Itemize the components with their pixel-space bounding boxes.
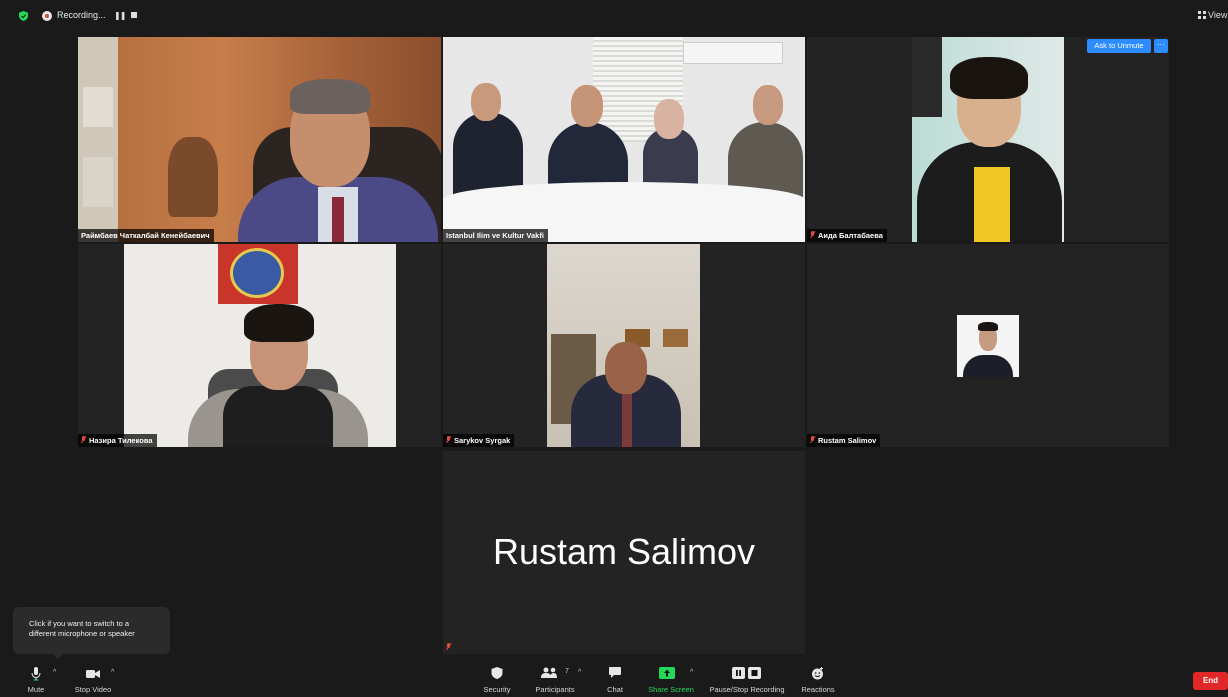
mute-button[interactable]: Mute	[20, 663, 52, 697]
person-1-head	[471, 83, 501, 121]
mic-muted-icon	[446, 436, 451, 444]
participant-name: Назира Тилекова	[89, 436, 153, 445]
mic-muted-icon	[81, 436, 86, 444]
video-tile-1[interactable]: Раймбаев Чаткалбай Кенейбаевич	[78, 37, 441, 242]
participant-name-tag: Rustam Salimov	[807, 434, 881, 447]
reactions-icon	[812, 667, 823, 680]
security-label: Security	[483, 685, 511, 694]
shelf	[78, 37, 118, 242]
participants-icon	[541, 667, 558, 678]
participant-name: Раймбаев Чаткалбай Кенейбаевич	[81, 231, 210, 240]
profile-hair	[978, 322, 998, 331]
share-options-caret-icon[interactable]: ^	[690, 669, 693, 676]
chat-icon	[609, 667, 621, 678]
share-screen-icon	[659, 667, 676, 679]
participant-name: Sarykov Syrgak	[454, 436, 511, 445]
mute-label: Mute	[27, 685, 45, 694]
stop-video-button[interactable]: Stop Video	[72, 663, 114, 697]
pause-stop-recording-button[interactable]: Pause/Stop Recording	[705, 663, 789, 697]
video-options-caret-icon[interactable]: ^	[111, 669, 114, 676]
recording-icon	[42, 11, 52, 21]
more-options-button[interactable]: ···	[1154, 39, 1168, 53]
recording-label: Recording...	[57, 10, 106, 20]
chat-label: Chat	[607, 685, 623, 694]
pause-stop-recording-label: Pause/Stop Recording	[709, 685, 785, 694]
shield-icon[interactable]	[19, 11, 28, 21]
view-label: View	[1208, 10, 1228, 20]
tie	[332, 197, 344, 242]
emblem	[230, 248, 284, 298]
face	[605, 342, 647, 394]
participant-name-tag	[443, 641, 458, 654]
participant-name: Rustam Salimov	[818, 436, 877, 445]
video-camera-icon	[86, 670, 100, 678]
tie	[622, 389, 632, 447]
yellow-top	[974, 167, 1010, 242]
reactions-button[interactable]: Reactions	[798, 663, 838, 697]
pause-recording-icon[interactable]: ❚❚	[114, 11, 126, 20]
mic-muted-icon	[810, 436, 815, 444]
participant-display-name: Rustam Salimov	[492, 531, 756, 572]
participant-name-tag: Аида Балтабаева	[807, 229, 887, 242]
video-tile-6[interactable]: Rustam Salimov	[807, 244, 1169, 447]
participants-caret-icon[interactable]: ^	[578, 669, 581, 676]
participant-name-tag: Раймбаев Чаткалбай Кенейбаевич	[78, 229, 214, 242]
participant-name-tag: Istanbul Ilim ve Kultur Vakfi	[443, 229, 548, 242]
wall-ornament	[912, 37, 942, 117]
hair	[244, 304, 314, 342]
participants-button[interactable]: 7 Participants	[532, 663, 578, 697]
video-tile-4[interactable]: Назира Тилекова	[78, 244, 441, 447]
person-3-head	[654, 99, 684, 139]
vest	[223, 386, 333, 447]
mic-muted-icon	[446, 643, 451, 651]
grid-icon	[1198, 11, 1206, 19]
ac-unit	[683, 42, 783, 64]
shelf-items-2	[83, 157, 113, 207]
audio-tooltip: Click if you want to switch to a differe…	[13, 607, 170, 659]
profile-body	[963, 355, 1013, 377]
participants-label: Participants	[535, 685, 575, 694]
pause-stop-recording-icon	[732, 667, 761, 679]
participant-name: Аида Балтабаева	[818, 231, 883, 240]
hair	[290, 79, 370, 114]
vase	[168, 137, 218, 217]
profile-picture	[957, 315, 1019, 377]
share-screen-label: Share Screen	[648, 685, 694, 694]
participant-name-tag: Назира Тилекова	[78, 434, 157, 447]
chat-button[interactable]: Chat	[602, 663, 628, 697]
view-button[interactable]: View	[1198, 10, 1227, 20]
ask-to-unmute-button[interactable]: Ask to Unmute	[1087, 39, 1151, 53]
mic-muted-icon	[810, 231, 815, 239]
reactions-label: Reactions	[801, 685, 835, 694]
video-tile-3[interactable]: Аида Балтабаева	[807, 37, 1169, 242]
tooltip-line-1: Click if you want to switch to a	[29, 619, 130, 628]
frame-2	[663, 329, 688, 347]
video-tile-7[interactable]: Rustam Salimov	[443, 451, 805, 654]
microphone-icon	[31, 667, 41, 681]
hair	[950, 57, 1028, 99]
stop-recording-icon[interactable]	[131, 12, 137, 18]
video-tile-5[interactable]: Sarykov Syrgak	[443, 244, 805, 447]
security-shield-icon	[491, 667, 503, 679]
participant-name: Istanbul Ilim ve Kultur Vakfi	[446, 231, 544, 240]
audio-options-caret-icon[interactable]: ^	[53, 669, 56, 676]
participants-count: 7	[565, 668, 569, 675]
participant-name-tag: Sarykov Syrgak	[443, 434, 515, 447]
person-4-head	[753, 85, 783, 125]
shelf-items	[83, 87, 113, 127]
stop-video-label: Stop Video	[74, 685, 112, 694]
end-meeting-button[interactable]: End	[1193, 672, 1228, 690]
tooltip-line-2: different microphone or speaker	[29, 629, 135, 638]
bottom-toolbar: Mute ^ Stop Video ^ Security 7 Participa…	[0, 663, 1228, 697]
video-tile-2[interactable]: Istanbul Ilim ve Kultur Vakfi	[443, 37, 805, 242]
top-bar: Recording... ❚❚ View	[0, 0, 1228, 32]
security-button[interactable]: Security	[480, 663, 514, 697]
person-2-head	[571, 85, 603, 127]
